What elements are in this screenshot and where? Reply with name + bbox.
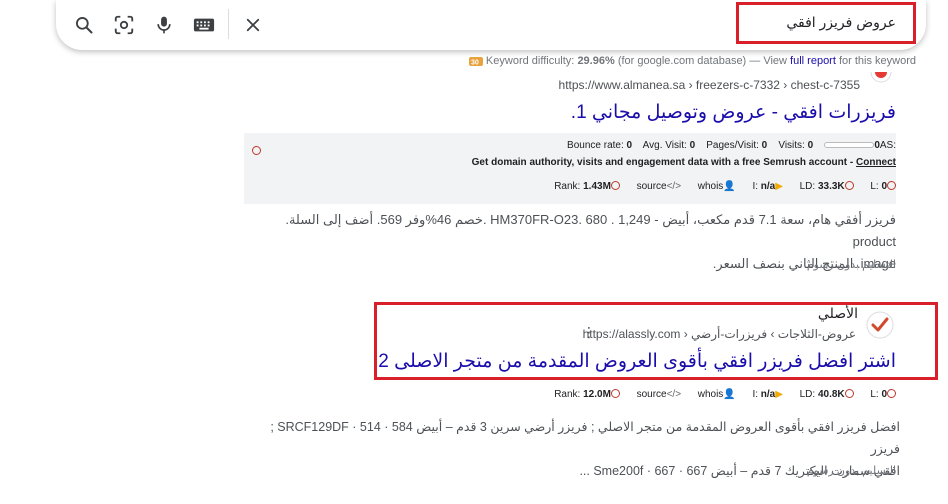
search-input[interactable]: عروض فريزر افقي: [786, 14, 896, 31]
svg-text:30: 30: [471, 60, 479, 67]
result1-title[interactable]: فريزرات افقي - عروض وتوصيل مجاني 1.: [571, 101, 896, 124]
result2-breadcrumb[interactable]: https://alassly.com › عروض-الثلاجات › فر…: [583, 327, 856, 341]
panel-settings-icon[interactable]: [252, 141, 261, 159]
person-icon: 👤: [723, 181, 736, 192]
more-options-icon[interactable]: ⋮: [582, 325, 596, 339]
result1-metrics: Rank: 1.43M source</> whois👤 I: n/a▶ LD:…: [554, 181, 896, 192]
lens-icon[interactable]: [112, 13, 136, 37]
panel-metrics-row: Bounce rate: 0 Avg. Visit: 0 Pages/Visit…: [567, 140, 896, 151]
l-icon[interactable]: [887, 181, 896, 190]
result1-favicon: [870, 72, 892, 84]
keyword-difficulty: 30 Keyword difficulty: 29.96% (for googl…: [468, 55, 916, 67]
mic-icon[interactable]: [152, 13, 176, 37]
search-icon[interactable]: [72, 13, 96, 37]
kd-db-note: (for google.com database) — View: [617, 55, 787, 67]
kd-value: 29.96%: [577, 55, 615, 67]
semrush-logo-icon: 30: [468, 55, 483, 67]
result1-snippet: فريزر أفقي هام، سعة 7.1 قدم مكعب، أبيض -…: [285, 212, 896, 271]
bing-icon: ▶: [775, 181, 783, 192]
result2-title[interactable]: اشتر افضل فريزر افقي بأقوى العروض المقدم…: [373, 350, 896, 373]
keyboard-icon[interactable]: [192, 13, 216, 37]
result2-delivery: التسليم بدون رسوم: [806, 465, 896, 477]
result2-favicon: [866, 311, 894, 344]
person-icon: 👤: [723, 389, 736, 400]
code-icon: </>: [666, 389, 682, 400]
code-icon: </>: [666, 181, 682, 192]
kd-suffix: for this keyword: [838, 55, 916, 67]
result2-snippet: افضل فريزر افقي بأقوى العروض المقدمة من …: [270, 420, 900, 478]
result2-site-name[interactable]: الأصلي: [818, 305, 858, 322]
close-icon[interactable]: [241, 13, 265, 37]
full-report-link[interactable]: full report: [790, 55, 836, 67]
ld-icon[interactable]: [844, 181, 854, 190]
bing-icon: ▶: [775, 389, 783, 400]
ld-icon[interactable]: [844, 389, 854, 398]
rank-icon[interactable]: [610, 181, 620, 190]
semrush-panel: Bounce rate: 0 Avg. Visit: 0 Pages/Visit…: [244, 133, 896, 204]
authority-bar: [824, 142, 875, 148]
result2-metrics: Rank: 12.0M source</> whois👤 I: n/a▶ LD:…: [554, 389, 896, 400]
connect-link[interactable]: Connect: [856, 157, 896, 168]
search-bar: عروض فريزر افقي: [56, 0, 926, 50]
kd-label: Keyword difficulty:: [485, 55, 575, 67]
result1-breadcrumb: https://www.almanea.sa › freezers-c-7332…: [558, 78, 860, 92]
panel-promo: Get domain authority, visits and engagem…: [471, 157, 896, 168]
l-icon[interactable]: [887, 389, 896, 398]
result1-delivery: التسليم بدون رسوم: [806, 259, 896, 271]
rank-icon[interactable]: [610, 389, 620, 398]
search-divider: [228, 9, 229, 39]
